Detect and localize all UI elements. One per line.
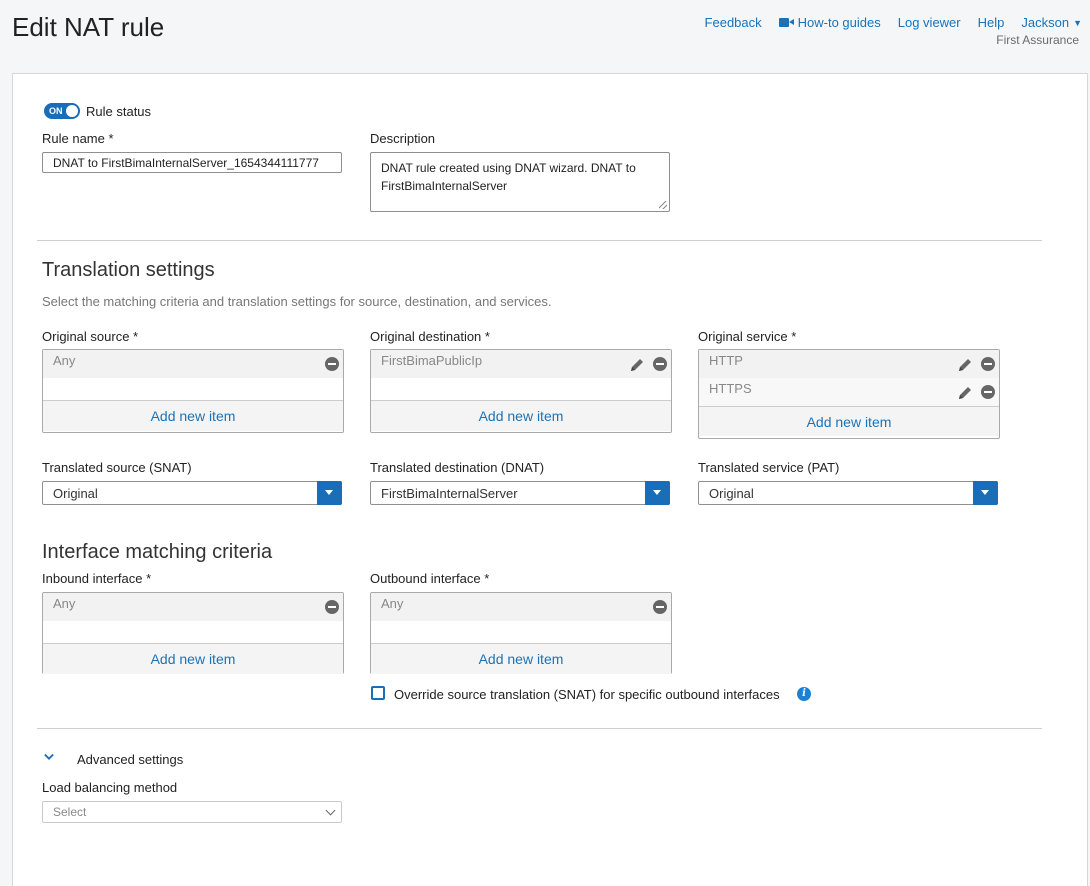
remove-icon[interactable] — [325, 357, 339, 371]
list-item: FirstBimaPublicIp — [371, 350, 671, 378]
load-balancing-label: Load balancing method — [42, 780, 178, 795]
chevron-down-icon — [325, 805, 336, 816]
how-to-guides-label: How-to guides — [797, 15, 881, 30]
original-source-label: Original source * — [42, 329, 139, 344]
resize-grip-icon[interactable] — [659, 201, 667, 209]
add-new-item-button[interactable]: Add new item — [43, 401, 343, 431]
section-divider — [37, 240, 1042, 241]
user-menu[interactable]: Jackson ▼ — [1021, 15, 1082, 30]
selected-value: FirstBimaInternalServer — [381, 486, 518, 501]
original-destination-label: Original destination * — [370, 329, 490, 344]
toggle-on-text: ON — [49, 106, 63, 116]
edit-form-card: ON Rule status Rule name * DNAT to First… — [12, 73, 1088, 886]
add-new-item-button[interactable]: Add new item — [371, 401, 671, 431]
translated-destination-select[interactable]: FirstBimaInternalServer — [370, 481, 670, 505]
info-icon[interactable]: i — [797, 687, 811, 701]
organization-name: First Assurance — [996, 33, 1079, 47]
inbound-interface-label: Inbound interface * — [42, 571, 152, 586]
caret-down-icon: ▼ — [1073, 17, 1082, 28]
toggle-knob — [66, 105, 78, 117]
interface-matching-title: Interface matching criteria — [42, 541, 273, 563]
how-to-guides-link[interactable]: How-to guides — [778, 15, 881, 30]
remove-icon[interactable] — [981, 385, 995, 399]
select-placeholder: Select — [53, 805, 87, 819]
translation-settings-hint: Select the matching criteria and transla… — [42, 294, 552, 309]
list-item-label: Any — [381, 596, 404, 611]
description-text: DNAT rule created using DNAT wizard. DNA… — [381, 161, 636, 193]
add-new-item-button[interactable]: Add new item — [699, 406, 999, 436]
video-camera-icon — [778, 18, 794, 27]
remove-icon[interactable] — [325, 600, 339, 614]
help-link[interactable]: Help — [978, 15, 1005, 30]
override-snat-checkbox[interactable] — [371, 686, 385, 700]
user-name: Jackson — [1021, 15, 1070, 30]
original-service-list: HTTP HTTPS Add new item — [698, 349, 1000, 439]
selected-value: Original — [53, 486, 98, 501]
translated-source-label: Translated source (SNAT) — [42, 460, 192, 475]
load-balancing-select[interactable]: Select — [42, 801, 342, 823]
feedback-link[interactable]: Feedback — [705, 15, 762, 30]
original-service-label: Original service * — [698, 329, 797, 344]
rule-status-label: Rule status — [86, 104, 152, 119]
add-new-item-button[interactable]: Add new item — [371, 644, 671, 674]
pencil-icon[interactable] — [629, 357, 645, 373]
dropdown-arrow-icon[interactable] — [645, 481, 670, 505]
remove-icon[interactable] — [653, 600, 667, 614]
section-divider — [37, 728, 1042, 729]
outbound-interface-label: Outbound interface * — [370, 571, 490, 586]
original-destination-list: FirstBimaPublicIp Add new item — [370, 349, 672, 433]
translated-service-label: Translated service (PAT) — [698, 460, 840, 475]
list-item: HTTP — [699, 350, 999, 378]
translated-source-select[interactable]: Original — [42, 481, 342, 505]
dropdown-arrow-icon[interactable] — [317, 481, 342, 505]
add-new-item-button[interactable]: Add new item — [43, 644, 343, 674]
translated-service-select[interactable]: Original — [698, 481, 998, 505]
inbound-interface-list: Any Add new item — [42, 592, 344, 674]
override-snat-label: Override source translation (SNAT) for s… — [394, 687, 780, 702]
advanced-settings-toggle[interactable]: Advanced settings — [77, 752, 183, 767]
top-navigation: Feedback How-to guides Log viewer Help J… — [688, 15, 1082, 30]
original-source-list: Any Add new item — [42, 349, 344, 433]
list-item-label: FirstBimaPublicIp — [381, 353, 483, 368]
outbound-interface-list: Any Add new item — [370, 592, 672, 674]
description-textarea[interactable]: DNAT rule created using DNAT wizard. DNA… — [370, 152, 670, 212]
list-item: HTTPS — [699, 378, 999, 406]
list-item-label: HTTPS — [709, 381, 752, 396]
list-item: Any — [43, 350, 343, 378]
rule-status-toggle[interactable]: ON — [44, 103, 80, 119]
translated-destination-label: Translated destination (DNAT) — [370, 460, 545, 475]
list-item-label: HTTP — [709, 353, 743, 368]
rule-name-label: Rule name * — [42, 131, 114, 146]
rule-name-input[interactable]: DNAT to FirstBimaInternalServer_16543441… — [42, 152, 342, 173]
translation-settings-title: Translation settings — [42, 259, 215, 281]
page-title: Edit NAT rule — [12, 12, 165, 42]
remove-icon[interactable] — [981, 357, 995, 371]
list-item-label: Any — [53, 353, 76, 368]
list-item-label: Any — [53, 596, 76, 611]
selected-value: Original — [709, 486, 754, 501]
list-item: Any — [371, 593, 671, 621]
list-item: Any — [43, 593, 343, 621]
chevron-down-icon[interactable] — [44, 752, 54, 762]
pencil-icon[interactable] — [957, 357, 973, 373]
dropdown-arrow-icon[interactable] — [973, 481, 998, 505]
remove-icon[interactable] — [653, 357, 667, 371]
pencil-icon[interactable] — [957, 385, 973, 401]
log-viewer-link[interactable]: Log viewer — [898, 15, 961, 30]
description-label: Description — [370, 131, 436, 146]
